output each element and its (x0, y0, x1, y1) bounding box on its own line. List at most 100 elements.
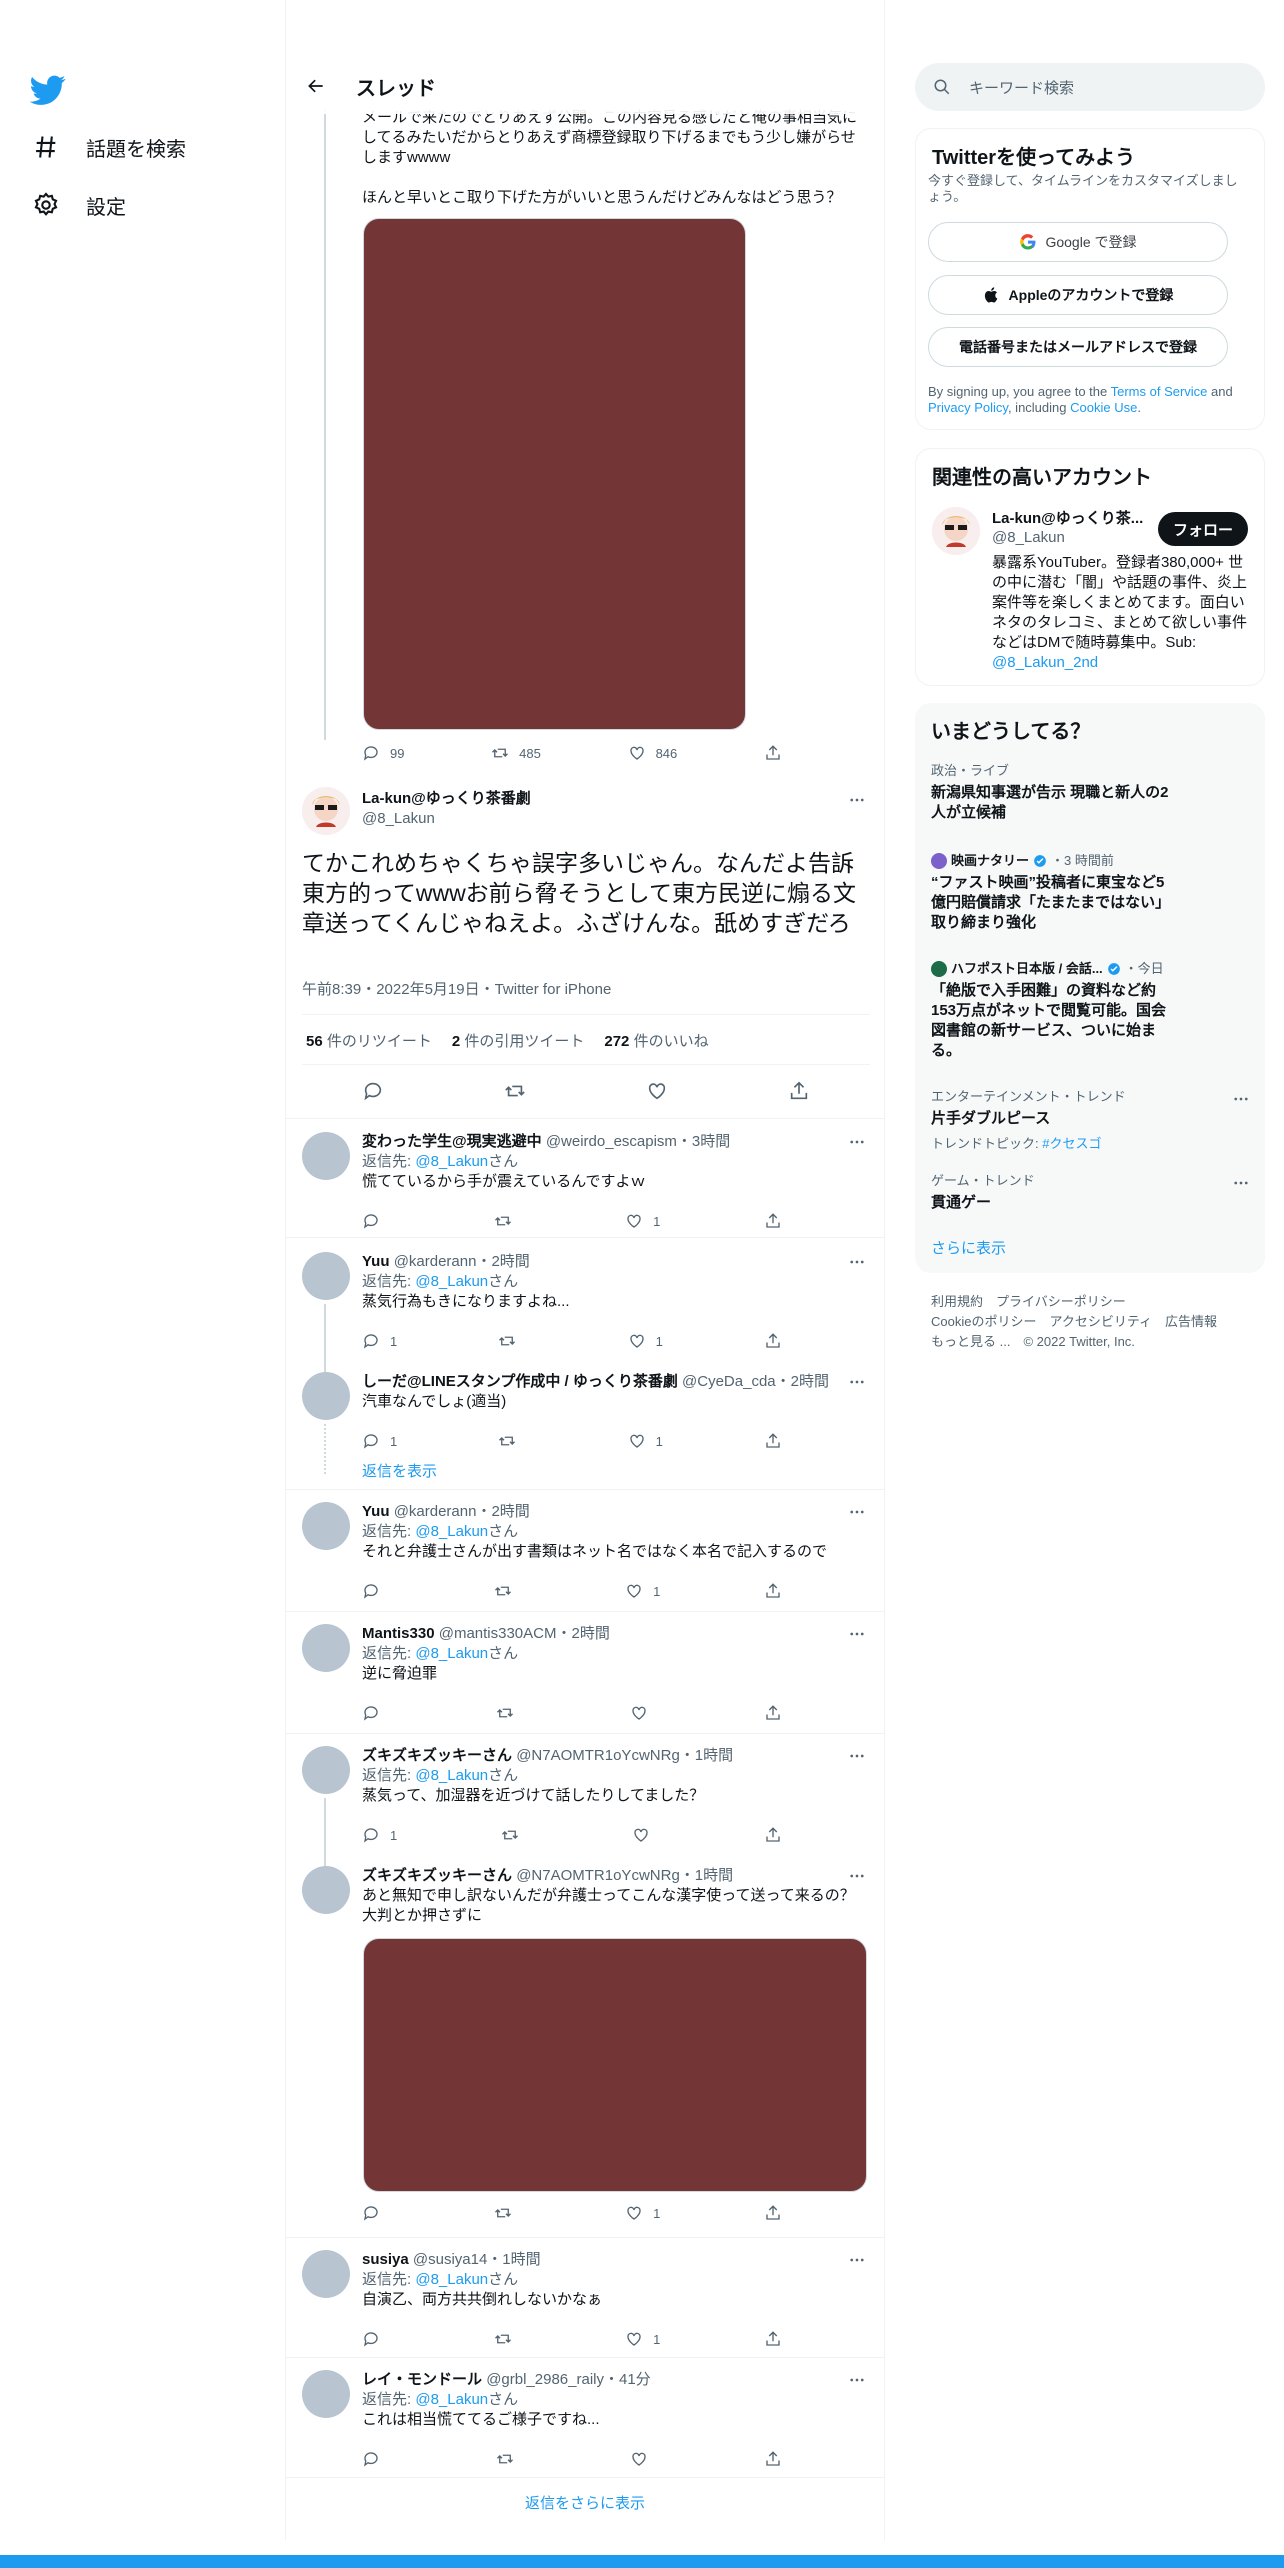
tweet-timestamp[interactable]: 午前8:39・2022年5月19日・Twitter for iPhone (302, 978, 611, 999)
reply-button[interactable]: 99 (362, 744, 404, 762)
cookie-link[interactable]: Cookie Use (1070, 400, 1137, 415)
reply-to-link[interactable]: @8_Lakun (415, 1153, 488, 1170)
apple-signup-button[interactable]: Appleのアカウントで登録 (928, 275, 1228, 315)
nav-explore[interactable]: 話題を検索 (32, 125, 186, 169)
reply-author[interactable]: ズキズキズッキーさん @N7AOMTR1oYcwNRg・1時間 (362, 1746, 733, 1766)
show-more-replies-link[interactable]: 返信をさらに表示 (286, 2492, 884, 2513)
avatar[interactable] (302, 787, 350, 835)
bio-link[interactable]: @8_Lakun_2nd (992, 654, 1098, 671)
retweet-button[interactable] (496, 2450, 524, 2468)
reply-to-link[interactable]: @8_Lakun (415, 1523, 488, 1540)
share-button[interactable] (764, 1704, 782, 1722)
share-button[interactable] (764, 744, 782, 762)
reply-to-link[interactable]: @8_Lakun (415, 2391, 488, 2408)
more-icon[interactable] (1231, 1173, 1251, 1193)
reply-author[interactable]: Mantis330 @mantis330ACM・2時間 (362, 1624, 610, 1644)
footer-line[interactable]: 利用規約 プライバシーポリシー (931, 1292, 1251, 1312)
reply-tweet[interactable]: 変わった学生@現実逃避中 @weirdo_escapism・3時間 返信先: @8… (286, 1120, 884, 1238)
main-tweet-author[interactable]: La-kun@ゆっくり茶番劇 @8_Lakun (362, 789, 531, 829)
reply-author[interactable]: susiya @susiya14・1時間 (362, 2250, 541, 2270)
reply-tweet[interactable]: Yuu @karderann・2時間 返信先: @8_Lakunさん 蒸気行為もきに… (286, 1240, 884, 1372)
like-button[interactable]: 1 (628, 1432, 663, 1450)
reply-button[interactable]: 1 (362, 1332, 397, 1350)
reply-button[interactable] (362, 2450, 390, 2468)
trend-item[interactable]: ゲーム・トレンド 貫通ゲー (931, 1173, 1251, 1213)
retweet-button[interactable] (501, 1826, 529, 1844)
reply-tweet[interactable]: ズキズキズッキーさん @N7AOMTR1oYcwNRg・1時間 返信先: @8_L… (286, 1734, 884, 1866)
like-button[interactable]: 846 (628, 744, 677, 762)
share-button[interactable] (764, 1826, 782, 1844)
terms-link[interactable]: Terms of Service (1111, 384, 1208, 399)
share-button[interactable] (764, 1432, 782, 1450)
trend-item[interactable]: 映画ナタリー ・3 時間前 “ファスト映画”投稿者に東宝など5億円賠償請求「たま… (931, 853, 1251, 933)
related-account-name[interactable]: La-kun@ゆっくり茶... (992, 507, 1143, 528)
reply-author[interactable]: Yuu @karderann・2時間 (362, 1252, 530, 1272)
trend-item[interactable]: エンターテインメント・トレンド 片手ダブルピース トレンドトピック: #クセスゴ (931, 1089, 1251, 1152)
avatar[interactable] (302, 1252, 350, 1300)
show-more-trends-link[interactable]: さらに表示 (931, 1237, 1006, 1258)
retweet-button[interactable] (494, 1582, 522, 1600)
back-arrow-icon[interactable] (296, 66, 336, 106)
reply-author[interactable]: しーだ@LINEスタンプ作成中 / ゆっくり茶番劇 @CyeDa_cda・2時間 (362, 1372, 829, 1392)
retweet-button[interactable] (494, 2330, 522, 2348)
reply-author[interactable]: Yuu @karderann・2時間 (362, 1502, 530, 1522)
share-button[interactable] (764, 1212, 782, 1230)
retweet-icon[interactable] (504, 1080, 526, 1102)
avatar[interactable] (302, 1502, 350, 1550)
twitter-logo-icon[interactable] (30, 72, 66, 108)
share-button[interactable] (764, 1582, 782, 1600)
more-icon[interactable] (1231, 1089, 1251, 1109)
reply-author[interactable]: レイ・モンドール @grbl_2986_raily・41分 (362, 2370, 651, 2390)
reply-button[interactable]: 1 (362, 1432, 397, 1450)
google-signup-button[interactable]: Google で登録 (928, 222, 1228, 262)
retweet-button[interactable] (496, 1704, 524, 1722)
reply-icon[interactable] (362, 1080, 384, 1102)
reply-button[interactable] (362, 1582, 390, 1600)
reply-button[interactable]: 1 (362, 1826, 397, 1844)
avatar[interactable] (302, 1132, 350, 1180)
footer-line[interactable]: Cookieのポリシー アクセシビリティ 広告情報 (931, 1312, 1251, 1332)
like-button[interactable]: 1 (625, 2204, 660, 2222)
like-button[interactable]: 1 (625, 1212, 660, 1230)
like-stat[interactable]: 272 件のいいね (604, 1030, 708, 1051)
avatar[interactable] (302, 1866, 350, 1914)
more-icon[interactable] (847, 2250, 867, 2270)
share-button[interactable] (764, 2450, 782, 2468)
retweet-stat[interactable]: 56 件のリツイート (306, 1030, 432, 1051)
avatar[interactable] (302, 1372, 350, 1420)
search-input[interactable]: キーワード検索 (915, 63, 1265, 111)
reply-image[interactable] (363, 1938, 867, 2192)
reply-button[interactable] (362, 1212, 390, 1230)
share-button[interactable] (764, 1332, 782, 1350)
reply-tweet[interactable]: Mantis330 @mantis330ACM・2時間 返信先: @8_Lakun… (286, 1612, 884, 1734)
reply-author[interactable]: 変わった学生@現実逃避中 @weirdo_escapism・3時間 (362, 1132, 730, 1152)
nav-settings[interactable]: 設定 (32, 183, 126, 227)
privacy-link[interactable]: Privacy Policy (928, 400, 1008, 415)
trend-item[interactable]: 政治・ライブ 新潟県知事選が告示 現職と新人の2人が立候補 (931, 763, 1251, 823)
like-button[interactable] (630, 1704, 658, 1722)
retweet-button[interactable]: 485 (491, 744, 541, 762)
reply-button[interactable] (362, 2204, 390, 2222)
show-replies-link[interactable]: 返信を表示 (362, 1460, 437, 1481)
more-icon[interactable] (847, 1866, 867, 1886)
reply-to-link[interactable]: @8_Lakun (415, 1767, 488, 1784)
reply-tweet[interactable]: ズキズキズッキーさん @N7AOMTR1oYcwNRg・1時間 あと無知で申し訳な… (286, 1854, 884, 2238)
more-icon[interactable] (847, 1132, 867, 1152)
more-icon[interactable] (847, 1746, 867, 1766)
quote-stat[interactable]: 2 件の引用ツイート (452, 1030, 585, 1051)
reply-to-link[interactable]: @8_Lakun (415, 2271, 488, 2288)
like-button[interactable]: 1 (628, 1332, 663, 1350)
retweet-button[interactable] (494, 1212, 522, 1230)
avatar[interactable] (302, 1624, 350, 1672)
reply-button[interactable] (362, 2330, 390, 2348)
retweet-button[interactable] (498, 1432, 526, 1450)
more-icon[interactable] (847, 1624, 867, 1644)
trend-item[interactable]: ハフポスト日本版 / 会話... ・今日 「絶版で入手困難」の資料など約153万… (931, 961, 1251, 1061)
retweet-button[interactable] (498, 1332, 526, 1350)
parent-tweet-image[interactable] (363, 218, 746, 730)
like-button[interactable]: 1 (625, 1582, 660, 1600)
phone-email-signup-button[interactable]: 電話番号またはメールアドレスで登録 (928, 327, 1228, 367)
share-icon[interactable] (788, 1080, 810, 1102)
share-button[interactable] (764, 2204, 782, 2222)
more-icon[interactable] (847, 790, 867, 810)
